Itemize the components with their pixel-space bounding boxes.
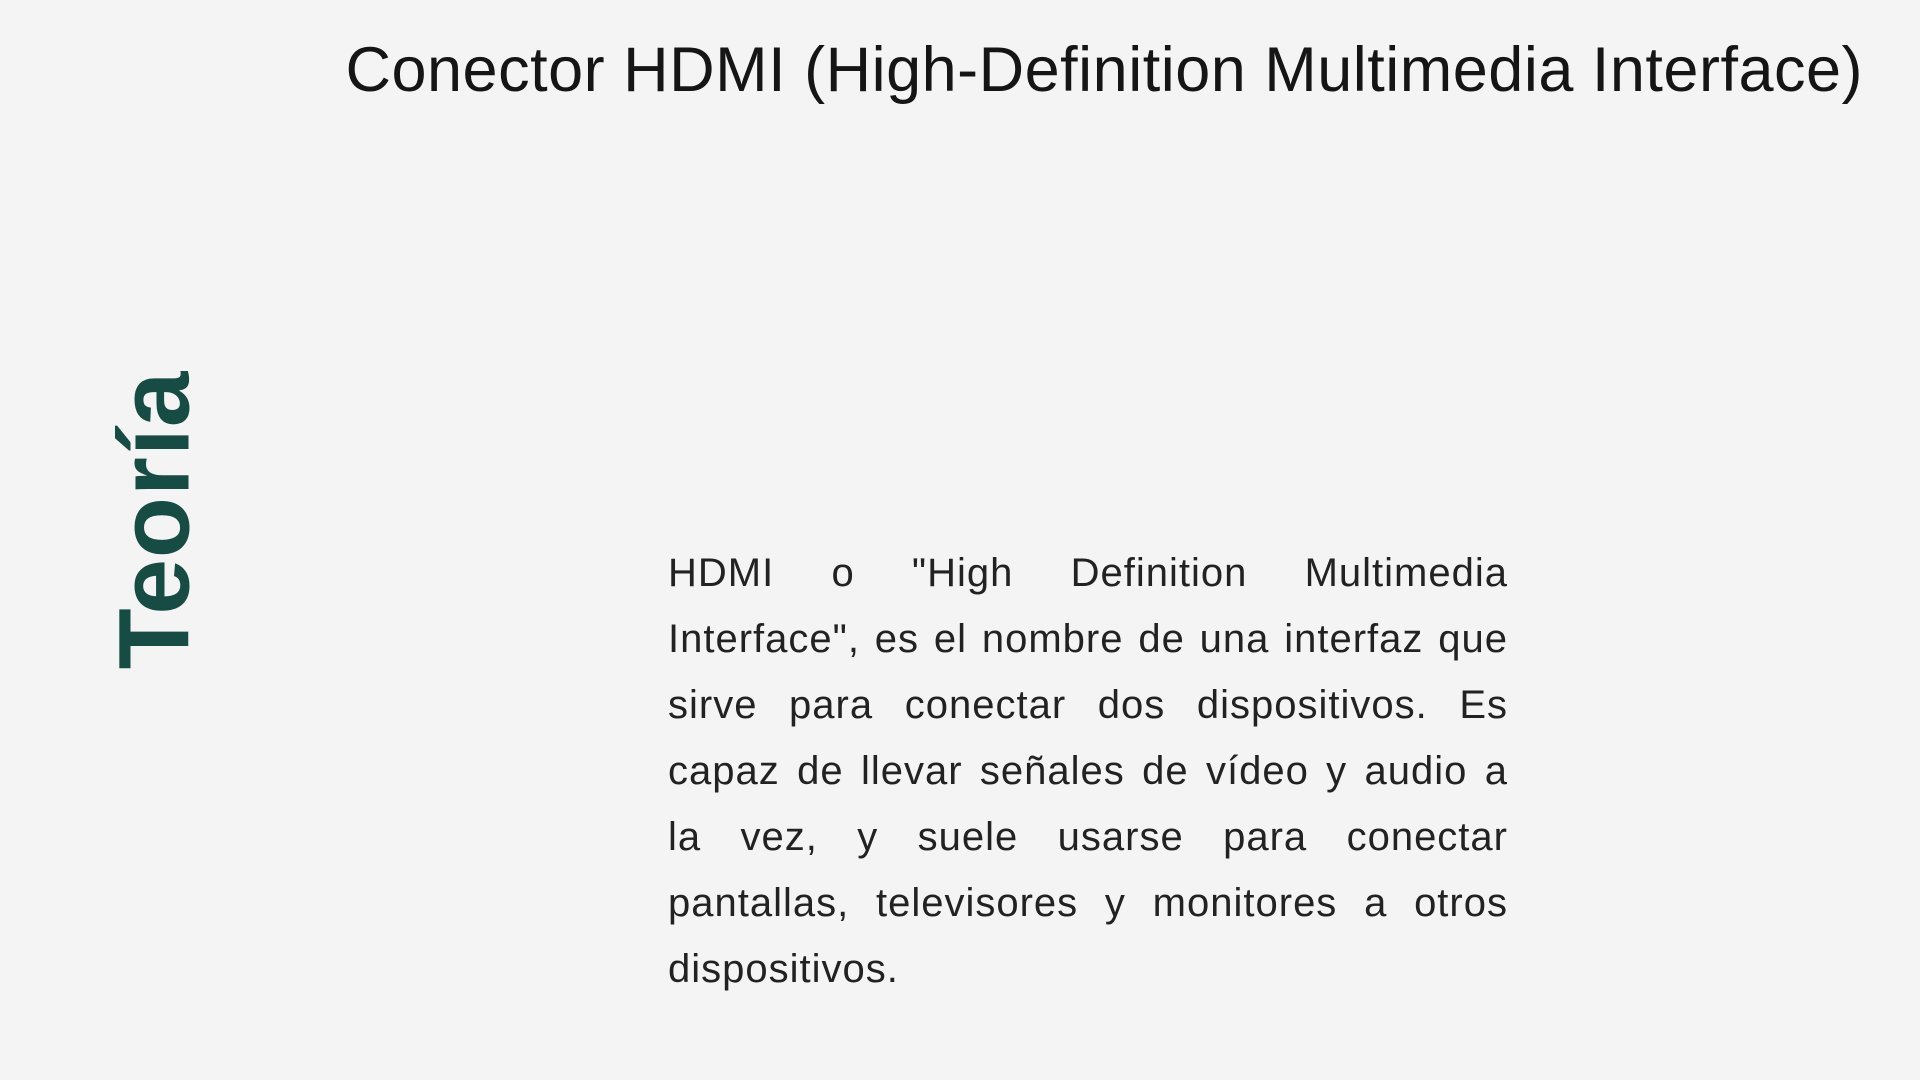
slide-title: Conector HDMI (High-Definition Multimedi… [345,35,1863,105]
section-label-container: Teoría [99,371,211,670]
slide: Conector HDMI (High-Definition Multimedi… [0,0,1920,1080]
section-label: Teoría [98,370,211,670]
body-paragraph: HDMI o "High Definition Multimedia Inter… [668,551,1508,991]
